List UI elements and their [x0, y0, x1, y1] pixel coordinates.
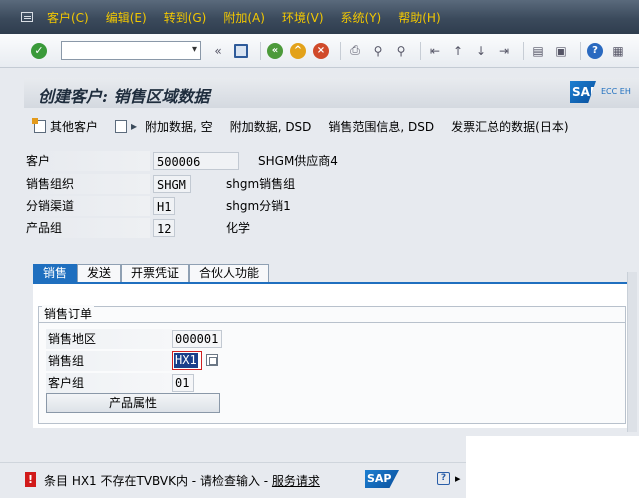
tab-billing[interactable]: 开票凭证	[121, 264, 190, 282]
page-arrow-icon	[115, 119, 128, 133]
customer-description: SHGM供应商4	[258, 154, 338, 168]
toolbar-divider	[420, 41, 421, 60]
blank-area	[466, 436, 639, 498]
value-help-icon[interactable]	[206, 354, 218, 366]
sales-area-info-button[interactable]: 销售范围信息, DSD	[328, 118, 434, 135]
document-icon	[32, 117, 46, 133]
chevron-down-icon[interactable]: ▾	[192, 44, 197, 55]
status-message[interactable]: 条目 HX1 不存在TVBVK内 - 请检查输入 - 服务请求	[44, 472, 320, 489]
title-bar: 创建客户: 销售区域数据 SAP ECC EH	[24, 78, 639, 108]
sales-group-value: HX1	[174, 353, 198, 368]
menu-customer[interactable]: 客户(C)	[47, 9, 89, 26]
sales-tab-panel: 销售订单 销售地区 000001 销售组 HX1 客户组 01 产品属性	[33, 282, 631, 428]
sales-org-label: 销售组织	[24, 174, 150, 194]
command-field[interactable]: ▾	[61, 41, 201, 60]
customer-group-field[interactable]: 01	[172, 374, 194, 392]
application-toolbar: 其他客户 ▸ 附加数据, 空 附加数据, DSD 销售范围信息, DSD 发票汇…	[24, 114, 639, 138]
menu-extras[interactable]: 附加(A)	[223, 9, 265, 26]
other-customer-button[interactable]: 其他客户	[32, 117, 99, 135]
page-title: 创建客户: 销售区域数据	[38, 87, 210, 106]
sales-group-label: 销售组	[46, 351, 172, 371]
additional-data-empty-label: 附加数据, 空	[145, 119, 213, 134]
customer-row: 客户 500006 SHGM供应商4	[24, 151, 424, 171]
first-page-icon[interactable]: ⇤	[426, 42, 444, 60]
toolbar-divider	[523, 41, 524, 60]
additional-data-dsd-button[interactable]: 附加数据, DSD	[230, 118, 312, 135]
help-icon[interactable]: ?	[586, 42, 604, 60]
menu-bar: 客户(C) 编辑(E) 转到(G) 附加(A) 环境(V) 系统(Y) 帮助(H…	[0, 0, 639, 34]
distribution-channel-field: H1	[153, 197, 175, 215]
sales-org-field: SHGM	[153, 175, 191, 193]
enter-icon[interactable]: ✓	[31, 42, 47, 59]
toolbar-divider	[580, 41, 581, 60]
toolbar-divider	[340, 41, 341, 60]
menu-help[interactable]: 帮助(H)	[398, 9, 440, 26]
division-field: 12	[153, 219, 175, 237]
find-icon[interactable]: ⚲	[369, 42, 387, 60]
cancel-icon[interactable]: ×	[312, 42, 330, 60]
sales-order-group: 销售订单 销售地区 000001 销售组 HX1 客户组 01 产品属性	[38, 305, 626, 424]
sap-logo: SAP	[570, 81, 596, 103]
command-input[interactable]	[62, 42, 182, 59]
tab-partner-functions[interactable]: 合伙人功能	[189, 264, 270, 282]
tab-sales[interactable]: 销售	[33, 264, 78, 282]
division-row: 产品组 12 化学	[24, 218, 424, 238]
back-icon[interactable]: «	[266, 42, 284, 60]
distribution-channel-label: 分销渠道	[24, 196, 150, 216]
invoice-summary-button[interactable]: 发票汇总的数据(日本)	[451, 118, 568, 135]
vertical-scrollbar[interactable]	[627, 272, 637, 432]
sales-area-info-label: 销售范围信息, DSD	[328, 119, 435, 134]
system-info-icon[interactable]: ?	[437, 472, 450, 485]
sales-group-input[interactable]: HX1	[172, 351, 202, 370]
tab-strip: 销售 发送 开票凭证 合伙人功能	[33, 264, 270, 282]
division-description: 化学	[226, 221, 251, 235]
invoice-summary-label: 发票汇总的数据(日本)	[451, 119, 569, 134]
sales-district-field[interactable]: 000001	[172, 330, 222, 348]
find-next-icon[interactable]: ⚲	[392, 42, 410, 60]
service-request-link[interactable]: 服务请求	[272, 474, 320, 488]
group-divider	[39, 322, 625, 323]
exit-icon[interactable]: ^	[289, 42, 307, 60]
sales-order-group-title: 销售订单	[42, 305, 95, 322]
status-expand-icon[interactable]: ▸	[455, 472, 461, 485]
error-icon: !	[25, 472, 36, 487]
menu-environment[interactable]: 环境(V)	[282, 9, 324, 26]
status-tools: ? ▸	[437, 472, 461, 485]
sap-logo-status: SAP	[365, 470, 399, 488]
print-icon[interactable]: ⎙	[346, 42, 364, 60]
division-label: 产品组	[24, 218, 150, 238]
save-icon[interactable]	[232, 42, 250, 60]
status-message-text: 条目 HX1 不存在TVBVK内 - 请检查输入 -	[44, 474, 272, 488]
distribution-channel-row: 分销渠道 H1 shgm分销1	[24, 196, 424, 216]
customer-group-label: 客户组	[46, 373, 172, 393]
menu-system[interactable]: 系统(Y)	[341, 9, 382, 26]
customize-icon[interactable]: ▦	[609, 42, 627, 60]
collapse-icon[interactable]: «	[209, 42, 227, 60]
prev-page-icon[interactable]: ↑	[449, 42, 467, 60]
sales-org-description: shgm销售组	[226, 177, 296, 191]
additional-data-dsd-label: 附加数据, DSD	[229, 119, 312, 134]
menu-goto[interactable]: 转到(G)	[164, 9, 207, 26]
arrow-right-icon: ▸	[131, 119, 138, 133]
sap-edition-label: ECC EH	[601, 87, 631, 96]
new-session-icon[interactable]: ▤	[529, 42, 547, 60]
toolbar-divider	[260, 41, 261, 60]
menu-edit[interactable]: 编辑(E)	[106, 9, 147, 26]
last-page-icon[interactable]: ⇥	[495, 42, 513, 60]
customer-field: 500006	[153, 152, 239, 170]
distribution-channel-description: shgm分销1	[226, 199, 291, 213]
tab-shipping[interactable]: 发送	[77, 264, 122, 282]
product-attributes-button[interactable]: 产品属性	[46, 393, 220, 413]
sales-district-label: 销售地区	[46, 329, 172, 349]
customer-label: 客户	[24, 151, 150, 171]
system-menu-icon[interactable]	[21, 12, 33, 22]
other-customer-label: 其他客户	[50, 119, 99, 134]
shortcut-icon[interactable]: ▣	[552, 42, 570, 60]
next-page-icon[interactable]: ↓	[472, 42, 490, 60]
sales-org-row: 销售组织 SHGM shgm销售组	[24, 174, 424, 194]
additional-data-empty-button[interactable]: ▸ 附加数据, 空	[115, 118, 213, 135]
standard-toolbar: ✓ ▾ « « ^ × ⎙ ⚲ ⚲ ⇤ ↑ ↓ ⇥ ▤ ▣ ? ▦	[0, 34, 639, 68]
